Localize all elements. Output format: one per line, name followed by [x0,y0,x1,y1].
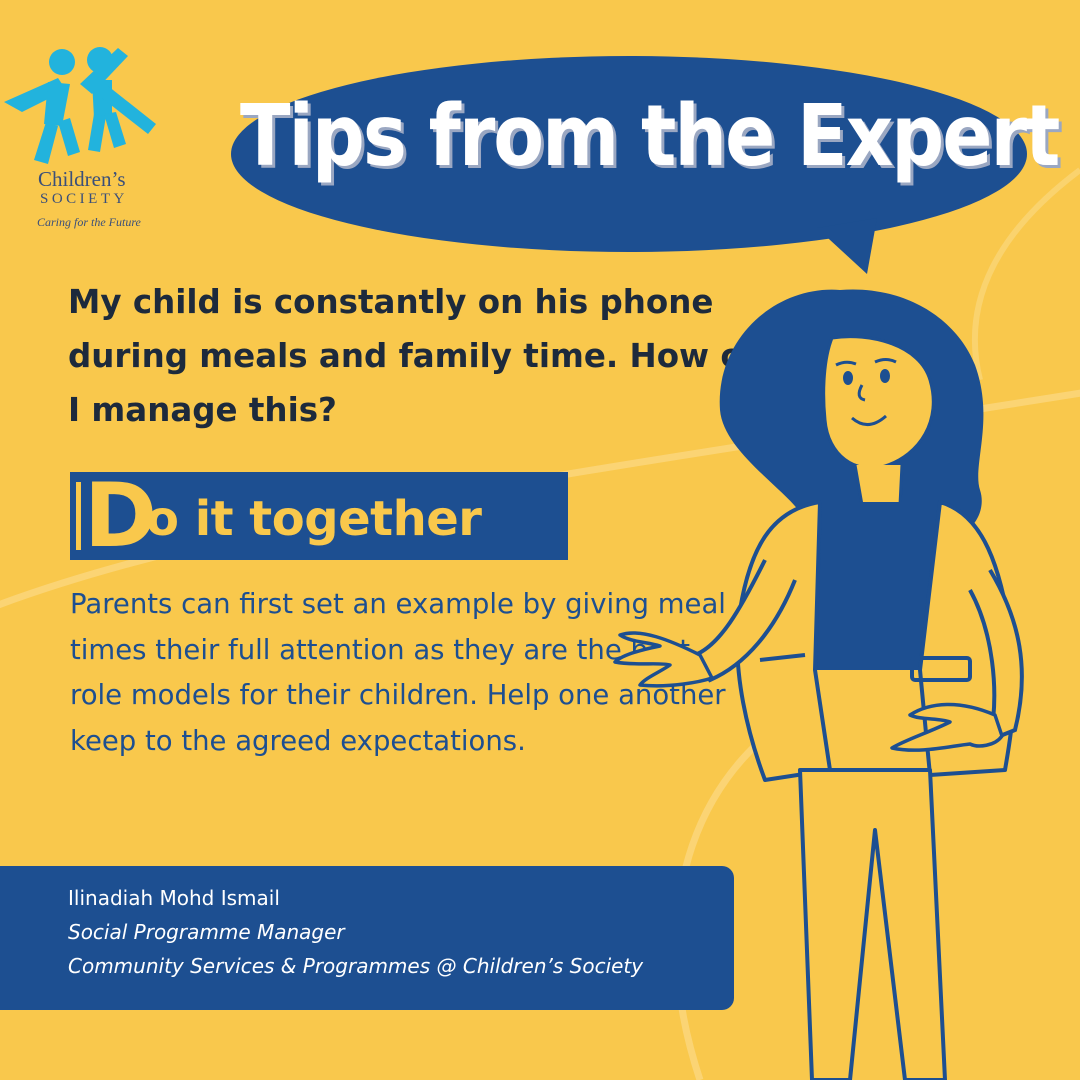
heading-accent-bar [76,482,81,550]
woman-gesturing-illustration [613,289,1024,1080]
logo-name: Children’s [38,167,126,191]
logo-tagline: Caring for the Future [37,215,141,229]
two-children-holding-hands-icon [4,47,156,164]
page-title: Tips from the Expert [240,86,1060,186]
tip-heading: D o it together [70,464,568,567]
tip-heading-text: o it together [146,491,482,547]
logo-name-sub: SOCIETY [40,191,128,207]
childrens-society-logo: Children’s SOCIETY Caring for the Future [0,40,180,240]
expert-role: Social Programme Manager [68,920,345,944]
expert-name: Ilinadiah Mohd Ismail [68,886,280,910]
poster: Children’s SOCIETY Caring for the Future… [0,0,1080,1080]
expert-department: Community Services & Programmes @ Childr… [68,954,644,978]
